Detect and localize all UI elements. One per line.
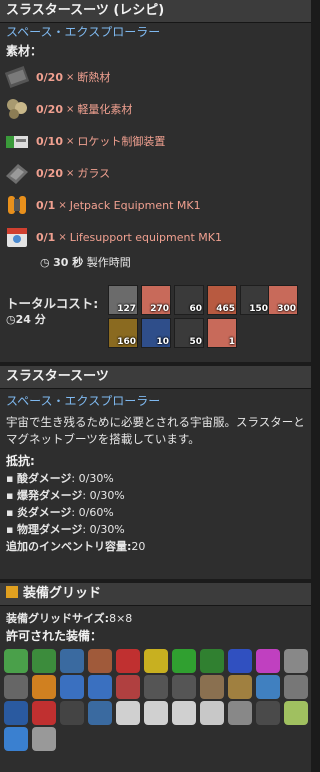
cost-slot[interactable]: 10 — [141, 318, 171, 348]
ingredient-item[interactable]: 0/10 × ロケット制御装置 — [0, 125, 311, 157]
equipment-icon[interactable] — [4, 727, 28, 751]
equipment-icon[interactable] — [60, 649, 84, 673]
cost-slot[interactable]: 150 — [240, 285, 270, 315]
equipment-icon[interactable] — [88, 675, 112, 699]
ingredient-item[interactable]: 0/1 × Lifesupport equipment MK1 — [0, 221, 311, 253]
equipment-icon[interactable] — [256, 701, 280, 725]
allowed-equipment-grid — [0, 645, 311, 755]
cost-slot[interactable]: 160 — [108, 318, 138, 348]
allowed-label: 許可された装備： — [6, 629, 103, 643]
equipment-title: 装備グリッド — [0, 583, 311, 606]
ingredient-list: 0/20 × 断熱材 0/20 × 軽量化素材 0/10 × ロケット制御装置 0/20 × ガ… — [0, 61, 311, 253]
equipment-icon[interactable] — [228, 701, 252, 725]
equipment-icon[interactable] — [172, 649, 196, 673]
ingredient-item[interactable]: 0/20 × 軽量化素材 — [0, 93, 311, 125]
equipment-icon[interactable] — [172, 675, 196, 699]
cost-slot[interactable]: 465 — [207, 285, 237, 315]
lightweight-material-icon — [4, 96, 30, 122]
rocket-control-unit-icon — [4, 128, 30, 154]
cost-slot[interactable]: 60 — [174, 285, 204, 315]
equipment-icon[interactable] — [172, 701, 196, 725]
jetpack-icon — [4, 192, 30, 218]
total-cost: トータルコスト: ◷24 分 127 270 60 465 150 300 16… — [0, 283, 311, 353]
equipment-icon[interactable] — [200, 701, 224, 725]
equipment-icon[interactable] — [32, 727, 56, 751]
equipment-tooltip: 装備グリッド 装備グリッドサイズ:8×8 許可された装備： — [0, 583, 311, 772]
lifesupport-icon — [4, 224, 30, 250]
equipment-icon[interactable] — [200, 675, 224, 699]
ingredients-label: 素材： — [6, 44, 43, 58]
equipment-icon[interactable] — [200, 649, 224, 673]
equipment-icon[interactable] — [32, 701, 56, 725]
equipment-icon[interactable] — [32, 675, 56, 699]
ingredient-item[interactable]: 0/1 × Jetpack Equipment MK1 — [0, 189, 311, 221]
cost-slot[interactable]: 50 — [174, 318, 204, 348]
glass-icon — [4, 160, 30, 186]
cost-slot[interactable]: 1 — [207, 318, 237, 348]
equipment-icon[interactable] — [4, 675, 28, 699]
item-tooltip: スラスタースーツ スペース・エクスプローラー 宇宙で生き残るために必要とされる宇… — [0, 366, 311, 579]
item-title: スラスタースーツ — [0, 366, 311, 389]
resist-item: ▪ 物理ダメージ: 0/30% — [6, 523, 125, 536]
equipment-icon[interactable] — [228, 675, 252, 699]
equipment-icon[interactable] — [88, 649, 112, 673]
recipe-title: スラスタースーツ (レシピ) — [0, 0, 311, 23]
recipe-subtitle: スペース・エクスプローラー — [6, 25, 161, 39]
craft-time: ◷ 30 秒 製作時間 — [40, 256, 131, 269]
resist-item: ▪ 酸ダメージ: 0/30% — [6, 472, 114, 485]
equipment-icon[interactable] — [116, 675, 140, 699]
item-description: 宇宙で生き残るために必要とされる宇宙服。スラスターとマグネットブーツを搭載してい… — [6, 415, 305, 446]
cost-slot[interactable]: 127 — [108, 285, 138, 315]
equipment-icon[interactable] — [228, 649, 252, 673]
equipment-grid-icon — [6, 586, 18, 598]
item-subtitle: スペース・エクスプローラー — [6, 394, 161, 408]
equipment-icon[interactable] — [4, 701, 28, 725]
equipment-icon[interactable] — [144, 701, 168, 725]
clock-icon: ◷ — [6, 313, 16, 326]
equipment-icon[interactable] — [284, 649, 308, 673]
equipment-icon[interactable] — [88, 701, 112, 725]
equipment-icon[interactable] — [60, 701, 84, 725]
cost-slot[interactable]: 300 — [268, 285, 298, 315]
equipment-icon[interactable] — [116, 649, 140, 673]
resist-item: ▪ 炎ダメージ: 0/60% — [6, 506, 114, 519]
ingredient-item[interactable]: 0/20 × 断熱材 — [0, 61, 311, 93]
equipment-icon[interactable] — [60, 675, 84, 699]
equipment-icon[interactable] — [256, 649, 280, 673]
ingredient-item[interactable]: 0/20 × ガラス — [0, 157, 311, 189]
equipment-icon[interactable] — [144, 649, 168, 673]
equipment-icon[interactable] — [256, 675, 280, 699]
clock-icon: ◷ — [40, 256, 50, 269]
equipment-icon[interactable] — [144, 675, 168, 699]
resist-item: ▪ 爆発ダメージ: 0/30% — [6, 489, 125, 502]
inventory-bonus: 追加のインベントリ容量:20 — [6, 540, 146, 553]
total-cost-label: トータルコスト: — [6, 296, 99, 311]
equipment-icon[interactable] — [4, 649, 28, 673]
equipment-icon[interactable] — [32, 649, 56, 673]
equipment-icon[interactable] — [116, 701, 140, 725]
insulation-icon — [4, 64, 30, 90]
equipment-icon[interactable] — [284, 701, 308, 725]
recipe-tooltip: スラスタースーツ (レシピ) スペース・エクスプローラー 素材： 0/20 × 断熱… — [0, 0, 311, 362]
cost-slot[interactable]: 270 — [141, 285, 171, 315]
equipment-icon[interactable] — [284, 675, 308, 699]
resist-list: ▪ 酸ダメージ: 0/30% ▪ 爆発ダメージ: 0/30% ▪ 炎ダメージ: … — [0, 470, 311, 538]
resist-label: 抵抗: — [6, 454, 35, 468]
total-time: ◷24 分 — [6, 313, 46, 326]
grid-size: 装備グリッドサイズ:8×8 — [6, 612, 133, 625]
